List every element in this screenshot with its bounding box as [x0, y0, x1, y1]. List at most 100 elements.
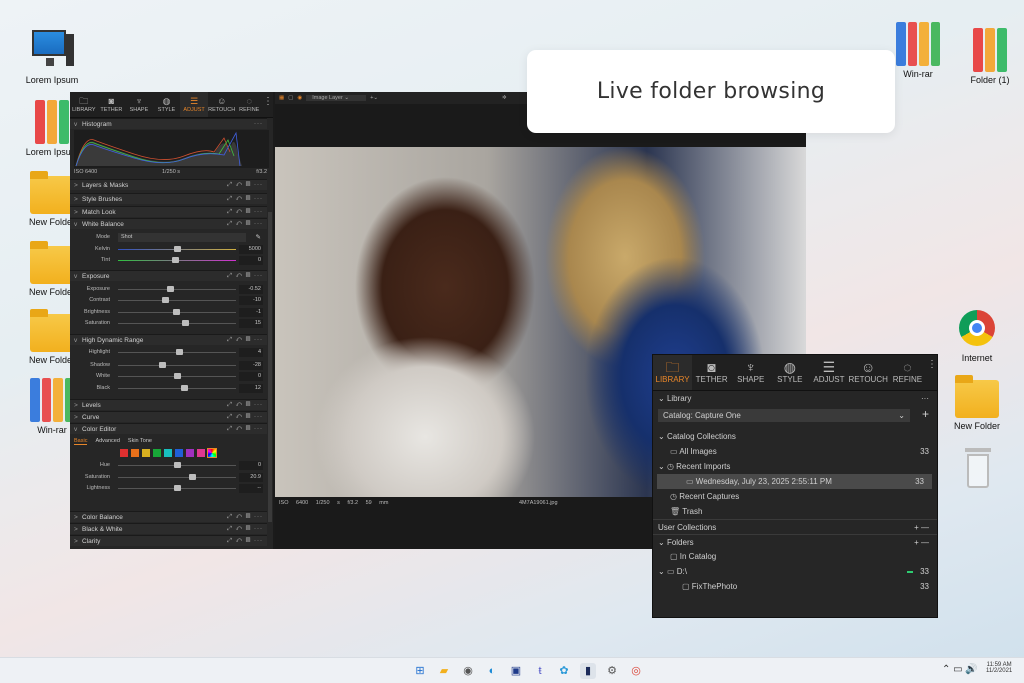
section-tools-icons[interactable]: ⤢ ↶ ▤ ··· [227, 335, 263, 346]
section-tools-icons[interactable]: ⤢ ↶ ▤ ··· [227, 219, 263, 230]
chevron-down-icon[interactable]: ⌄ [658, 538, 667, 547]
slider-value[interactable]: -- [239, 484, 263, 493]
wb-mode-select[interactable]: Shot [118, 233, 246, 242]
tab-library[interactable]: 🗀 LIBRARY [70, 92, 98, 117]
section-layers-masks[interactable]: > Layers & Masks ⤢ ↶ ▤ ··· [70, 179, 267, 190]
slider-track[interactable] [118, 362, 236, 368]
color-swatch[interactable] [186, 449, 194, 457]
layer-select[interactable]: Image Layer ⌄ [306, 95, 367, 101]
slider-value[interactable]: 0 [239, 461, 263, 470]
library-item-folders[interactable]: ⌄ Folders + — [653, 534, 937, 549]
library-item-in-catalog[interactable]: ▢ In Catalog [653, 549, 937, 564]
section-tools-icons[interactable]: ⤢ ↶ ▤ ··· [227, 180, 263, 191]
slider-handle[interactable] [174, 246, 181, 252]
color-swatch[interactable] [164, 449, 172, 457]
desktop-icon-lorem-ipsum[interactable]: Lorem Ipsum [14, 28, 90, 85]
all-colors-swatch[interactable] [207, 448, 217, 458]
cursor-tool-icon[interactable]: ✲ [502, 95, 507, 101]
file-explorer-taskbar-icon[interactable]: ▰ [436, 663, 452, 679]
library-item-wednesday-july-23-2025-2-55-11-pm[interactable]: ▭ Wednesday, July 23, 2025 2:55:11 PM 33 [657, 474, 932, 489]
slider-handle[interactable] [181, 385, 189, 391]
color-swatch[interactable] [131, 449, 139, 457]
section-tools-icons[interactable]: ⤢ ↶ ▤ ··· [227, 512, 263, 523]
color-swatch[interactable] [153, 449, 161, 457]
desktop-icon-folder-1[interactable]: Folder (1) [952, 28, 1024, 85]
slider-handle[interactable] [166, 286, 174, 292]
chrome-taskbar-icon[interactable]: ◎ [628, 663, 644, 679]
more-menu-icon[interactable]: ⋮ [263, 92, 273, 117]
slider-track[interactable] [118, 257, 236, 263]
section-white-balance[interactable]: v White Balance ⤢ ↶ ▤ ··· [70, 218, 267, 229]
camera-taskbar-icon[interactable]: ◉ [460, 663, 476, 679]
tray-icons[interactable]: ⌃ ▭ 🔊 [942, 664, 978, 675]
single-view-icon[interactable]: ▢ [288, 95, 293, 101]
slider-handle[interactable] [182, 320, 190, 326]
settings-taskbar-icon[interactable]: ⚙ [604, 663, 620, 679]
slider-track[interactable] [118, 309, 236, 315]
desktop-icon-recycle-bin[interactable] [939, 446, 1015, 493]
tab-basic[interactable]: Basic [74, 438, 88, 445]
section-color-balance[interactable]: > Color Balance ⤢ ↶ ▤ ··· [70, 511, 267, 522]
store-taskbar-icon[interactable]: ▣ [508, 663, 524, 679]
library-item-all-images[interactable]: ▭ All Images 33 [653, 444, 937, 459]
slider-handle[interactable] [174, 485, 181, 491]
capture-one-taskbar-icon[interactable]: ▮ [580, 663, 596, 679]
slider-value[interactable]: 15 [239, 319, 263, 328]
tab-retouch[interactable]: ☺ RETOUCH [848, 355, 887, 390]
section-tools-icons[interactable]: ⤢ ↶ ▤ ··· [227, 194, 263, 205]
section-black-white[interactable]: > Black & White ⤢ ↶ ▤ ··· [70, 523, 267, 534]
library-item-user-collections[interactable]: User Collections + — [653, 519, 937, 534]
histogram-header[interactable]: v Histogram ··· [70, 118, 267, 129]
slider-value[interactable]: 0 [239, 256, 263, 265]
clock[interactable]: 11:59 AM 11/2/2021 [986, 662, 1012, 674]
slider-track[interactable] [118, 349, 236, 355]
slider-track[interactable] [118, 373, 236, 379]
slider-value[interactable]: -1 [239, 308, 263, 317]
library-item-recent-imports[interactable]: ⌄ ◷ Recent Imports [653, 459, 937, 474]
slider-handle[interactable] [172, 309, 180, 315]
slider-handle[interactable] [174, 462, 181, 468]
slider-handle[interactable] [189, 474, 197, 480]
chevron-down-icon[interactable]: ⌄ [658, 462, 667, 471]
color-swatch[interactable] [142, 449, 150, 457]
section-tools-icons[interactable]: ⤢ ↶ ▤ ··· [227, 424, 263, 435]
slider-value[interactable]: 12 [239, 384, 263, 393]
slider-handle[interactable] [162, 297, 170, 303]
slider-track[interactable] [118, 320, 236, 326]
tab-advanced[interactable]: Advanced [95, 438, 119, 445]
slider-value[interactable]: 20.9 [239, 473, 263, 482]
slider-value[interactable]: -10 [239, 296, 263, 305]
section-exposure[interactable]: v Exposure ⤢ ↶ ▤ ··· [70, 270, 267, 281]
slider-track[interactable] [118, 485, 236, 491]
section-levels[interactable]: > Levels ⤢ ↶ ▤ ··· [70, 399, 267, 410]
slider-track[interactable] [118, 462, 236, 468]
tab-refine[interactable]: ◌ REFINE [888, 355, 927, 390]
slider-track[interactable] [118, 297, 236, 303]
add-layer-icon[interactable]: +⌄ [370, 95, 378, 101]
slider-track[interactable] [118, 246, 236, 252]
add-icon[interactable]: + — [914, 535, 929, 550]
section-color-editor[interactable]: v Color Editor ⤢ ↶ ▤ ··· [70, 423, 267, 434]
section-high-dynamic-range[interactable]: v High Dynamic Range ⤢ ↶ ▤ ··· [70, 334, 267, 345]
slider-value[interactable]: 0 [239, 372, 263, 381]
section-tools-icons[interactable]: ⤢ ↶ ▤ ··· [227, 207, 263, 218]
slider-handle[interactable] [176, 349, 184, 355]
library-item-d[interactable]: ⌄ ▭ D:\ 33 [653, 564, 937, 579]
section-match-look[interactable]: > Match Look ⤢ ↶ ▤ ··· [70, 206, 267, 217]
tab-refine[interactable]: ◌ REFINE [235, 92, 263, 117]
slider-value[interactable]: 5000 [239, 245, 263, 254]
tab-tether[interactable]: ◙ TETHER [98, 92, 126, 117]
tab-shape[interactable]: ♆ SHAPE [125, 92, 153, 117]
teams-taskbar-icon[interactable]: ŧ [532, 663, 548, 679]
add-catalog-button[interactable]: + [922, 407, 929, 421]
add-icon[interactable]: + — [914, 520, 929, 535]
slider-track[interactable] [118, 474, 236, 480]
slider-value[interactable]: 4 [239, 348, 263, 357]
desktop-icon-internet[interactable]: Internet [939, 306, 1015, 363]
more-menu-icon[interactable]: ⋮ [927, 355, 937, 390]
slider-value[interactable]: -0.52 [239, 285, 263, 294]
slider-track[interactable] [118, 385, 236, 391]
desktop-icon-new-folder[interactable]: New Folder [939, 374, 1015, 431]
section-tools-icons[interactable]: ⤢ ↶ ▤ ··· [227, 400, 263, 411]
tab-tether[interactable]: ◙ TETHER [692, 355, 731, 390]
